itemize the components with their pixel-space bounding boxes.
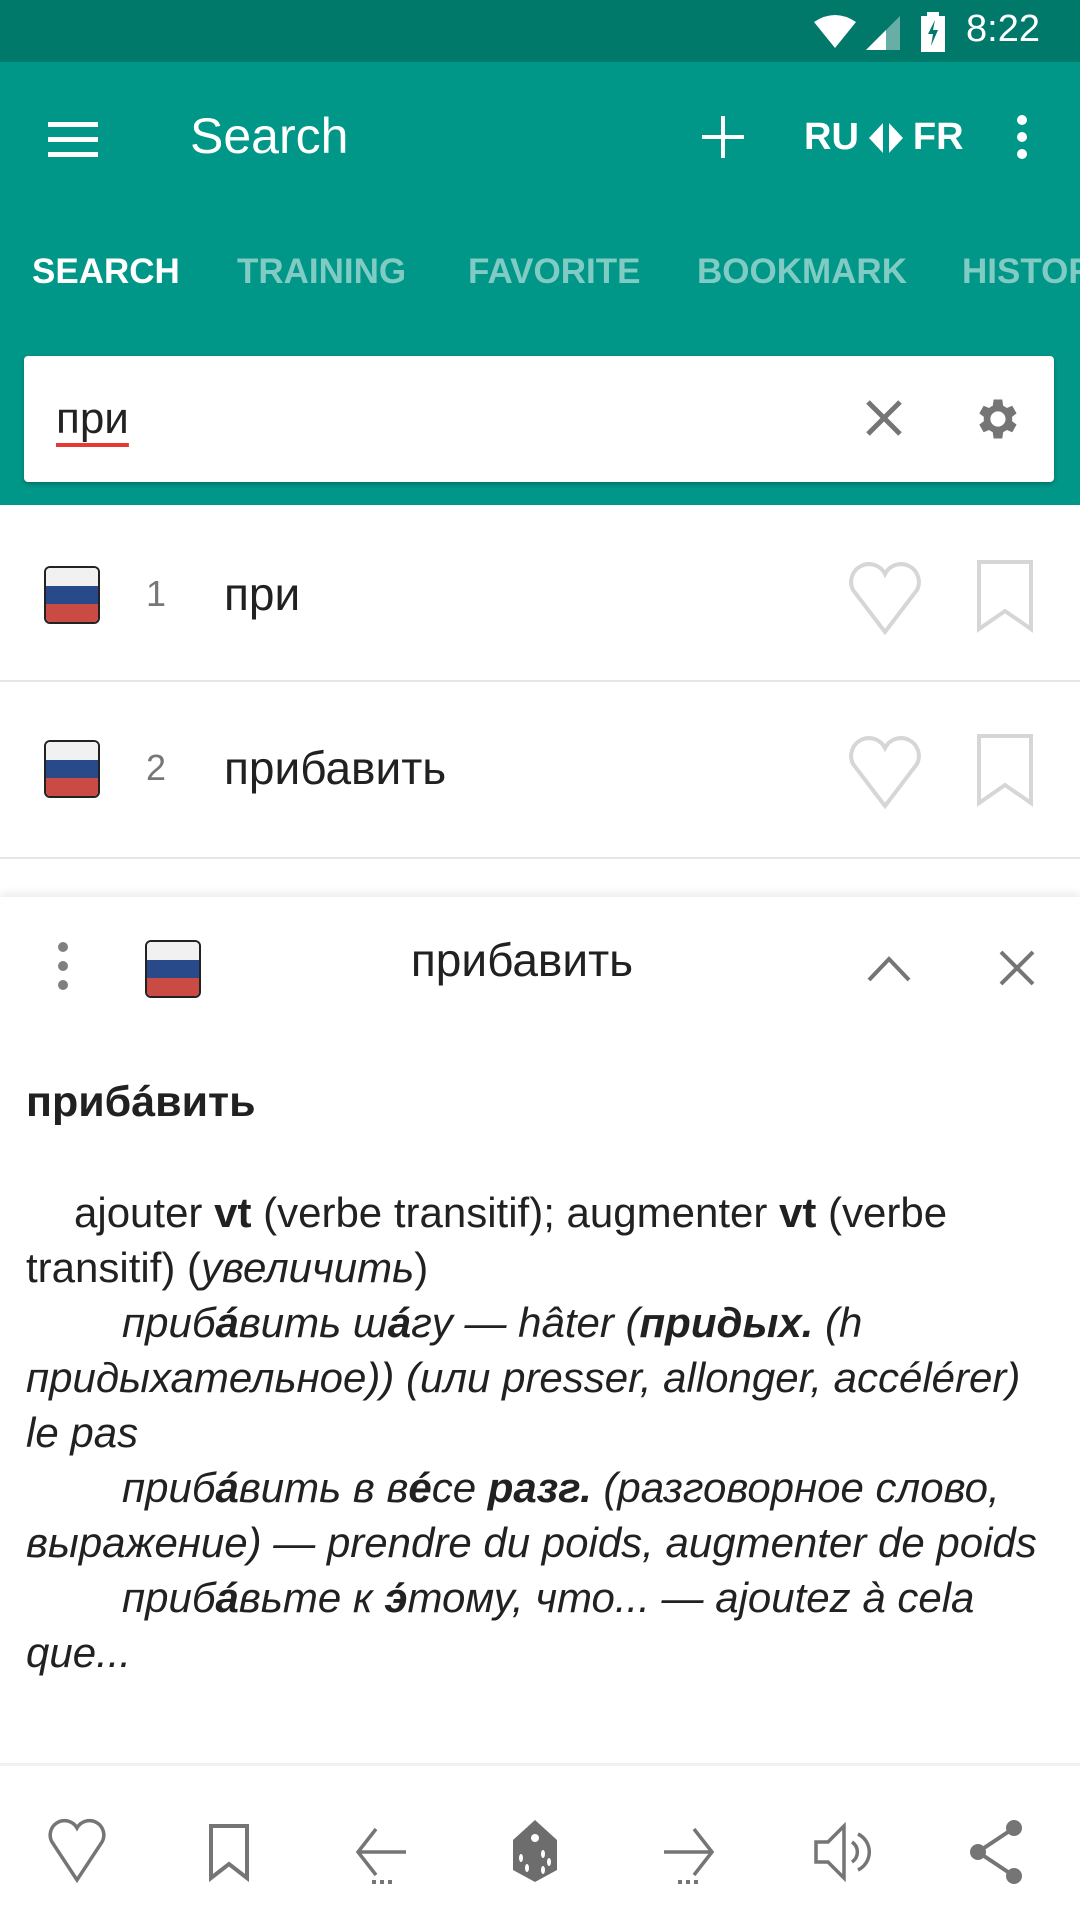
collapse-chevron-up-icon[interactable] <box>866 955 912 983</box>
bookmark-icon[interactable] <box>976 733 1034 807</box>
clear-icon[interactable] <box>864 398 904 438</box>
russian-flag-icon <box>44 566 100 624</box>
tab-bookmark[interactable]: BOOKMARK <box>697 252 907 292</box>
favorite-heart-icon[interactable] <box>845 560 925 635</box>
battery-charging-icon <box>921 12 945 52</box>
search-input[interactable]: при <box>56 394 129 444</box>
close-icon[interactable] <box>998 949 1036 987</box>
signal-icon <box>866 16 900 50</box>
source-language: RU <box>804 116 859 158</box>
wifi-icon <box>814 15 856 48</box>
definition-lines: ajouter vt (verbe transitif); augmenter … <box>26 1185 1056 1680</box>
previous-arrow-icon[interactable] <box>346 1814 416 1884</box>
more-options-icon[interactable] <box>1012 114 1032 160</box>
speaker-icon[interactable] <box>808 1814 878 1884</box>
example-line: прибáвить шáгу — hâter (придых. (h приды… <box>26 1299 1021 1456</box>
headword: прибáвить <box>26 1078 256 1126</box>
result-index: 1 <box>146 573 167 614</box>
bottom-toolbar <box>0 1763 1080 1923</box>
settings-gear-icon[interactable] <box>970 393 1022 445</box>
add-icon[interactable] <box>702 116 744 158</box>
bookmark-icon[interactable] <box>194 1814 264 1884</box>
example-line: прибáвить в вéсе разг. (разговорное слов… <box>26 1464 1037 1566</box>
tab-search[interactable]: SEARCH <box>32 252 180 292</box>
target-language: FR <box>912 116 964 158</box>
result-word: прибавить <box>224 742 447 794</box>
search-box: при <box>24 356 1054 482</box>
share-icon[interactable] <box>960 1814 1030 1884</box>
russian-flag-icon <box>44 740 100 798</box>
random-dice-icon[interactable] <box>500 1814 570 1884</box>
tab-favorite[interactable]: FAVORITE <box>468 252 640 292</box>
page-title: Search <box>190 108 349 164</box>
language-switch[interactable]: RU FR <box>804 116 964 159</box>
next-arrow-icon[interactable] <box>654 1814 724 1884</box>
tab-history[interactable]: HISTORY <box>962 252 1080 292</box>
result-word: при <box>224 568 301 620</box>
favorite-heart-icon[interactable] <box>845 734 925 809</box>
dictionary-article: прибáвить ajouter vt (verbe transitif); … <box>26 1075 1056 1680</box>
menu-icon[interactable] <box>48 120 98 160</box>
status-bar: 8:22 <box>0 0 1080 62</box>
example-line: прибáвьте к э́тому, что... — ajoutez à c… <box>26 1574 975 1676</box>
list-item[interactable]: 2 прибавить <box>0 682 1080 859</box>
swap-arrows-icon <box>868 122 903 153</box>
translation-line: ajouter vt (verbe transitif); augmenter … <box>26 1189 948 1291</box>
heart-icon[interactable] <box>42 1814 112 1884</box>
bookmark-icon[interactable] <box>976 559 1034 633</box>
result-index: 2 <box>146 747 167 788</box>
list-item[interactable]: 1 при <box>0 505 1080 682</box>
tab-training[interactable]: TRAINING <box>237 252 406 292</box>
clock: 8:22 <box>966 8 1040 50</box>
